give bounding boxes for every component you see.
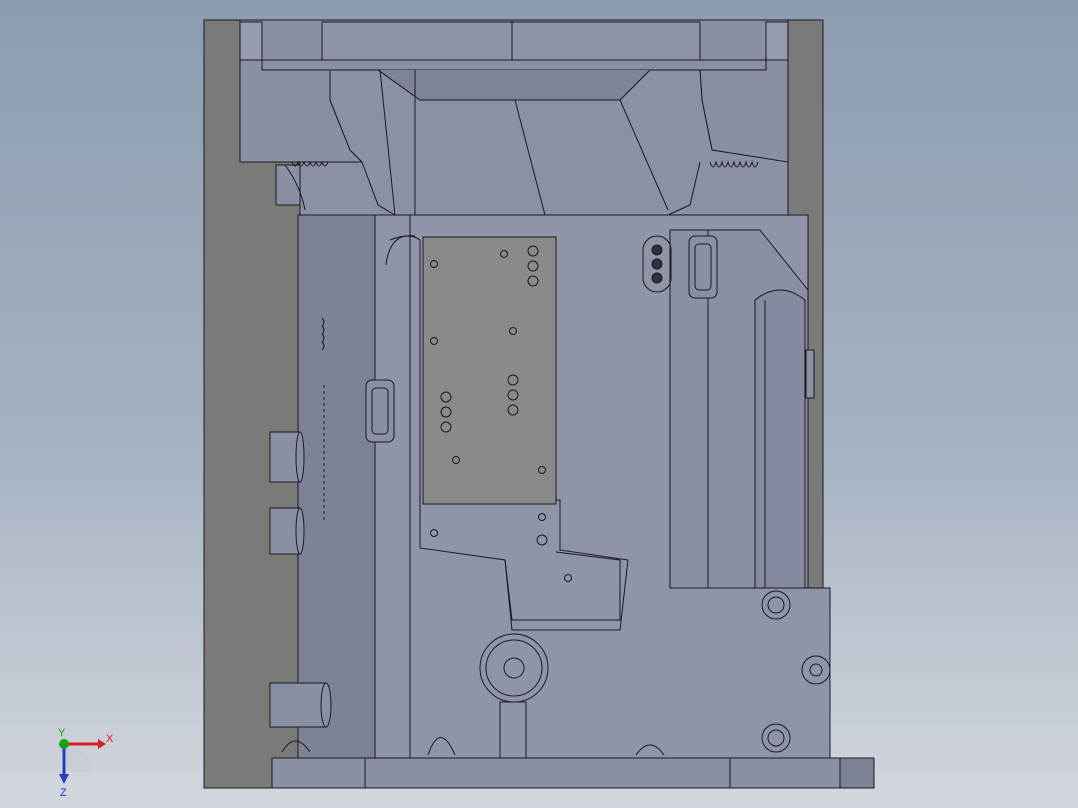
cad-model-view[interactable] xyxy=(0,0,1078,808)
y-axis-dot-icon xyxy=(59,739,69,749)
y-axis-label: Y xyxy=(58,727,66,739)
z-axis-arrow-icon xyxy=(59,774,69,784)
orientation-triad: X Y Z xyxy=(58,727,114,799)
main-body xyxy=(297,214,831,759)
x-axis-label: X xyxy=(106,733,114,745)
triad-arc xyxy=(64,744,92,772)
graphics-viewport[interactable]: X Y Z xyxy=(0,0,1078,808)
insert-plate xyxy=(422,236,557,505)
x-axis-arrow-icon xyxy=(98,739,106,749)
z-axis-label: Z xyxy=(60,787,67,799)
